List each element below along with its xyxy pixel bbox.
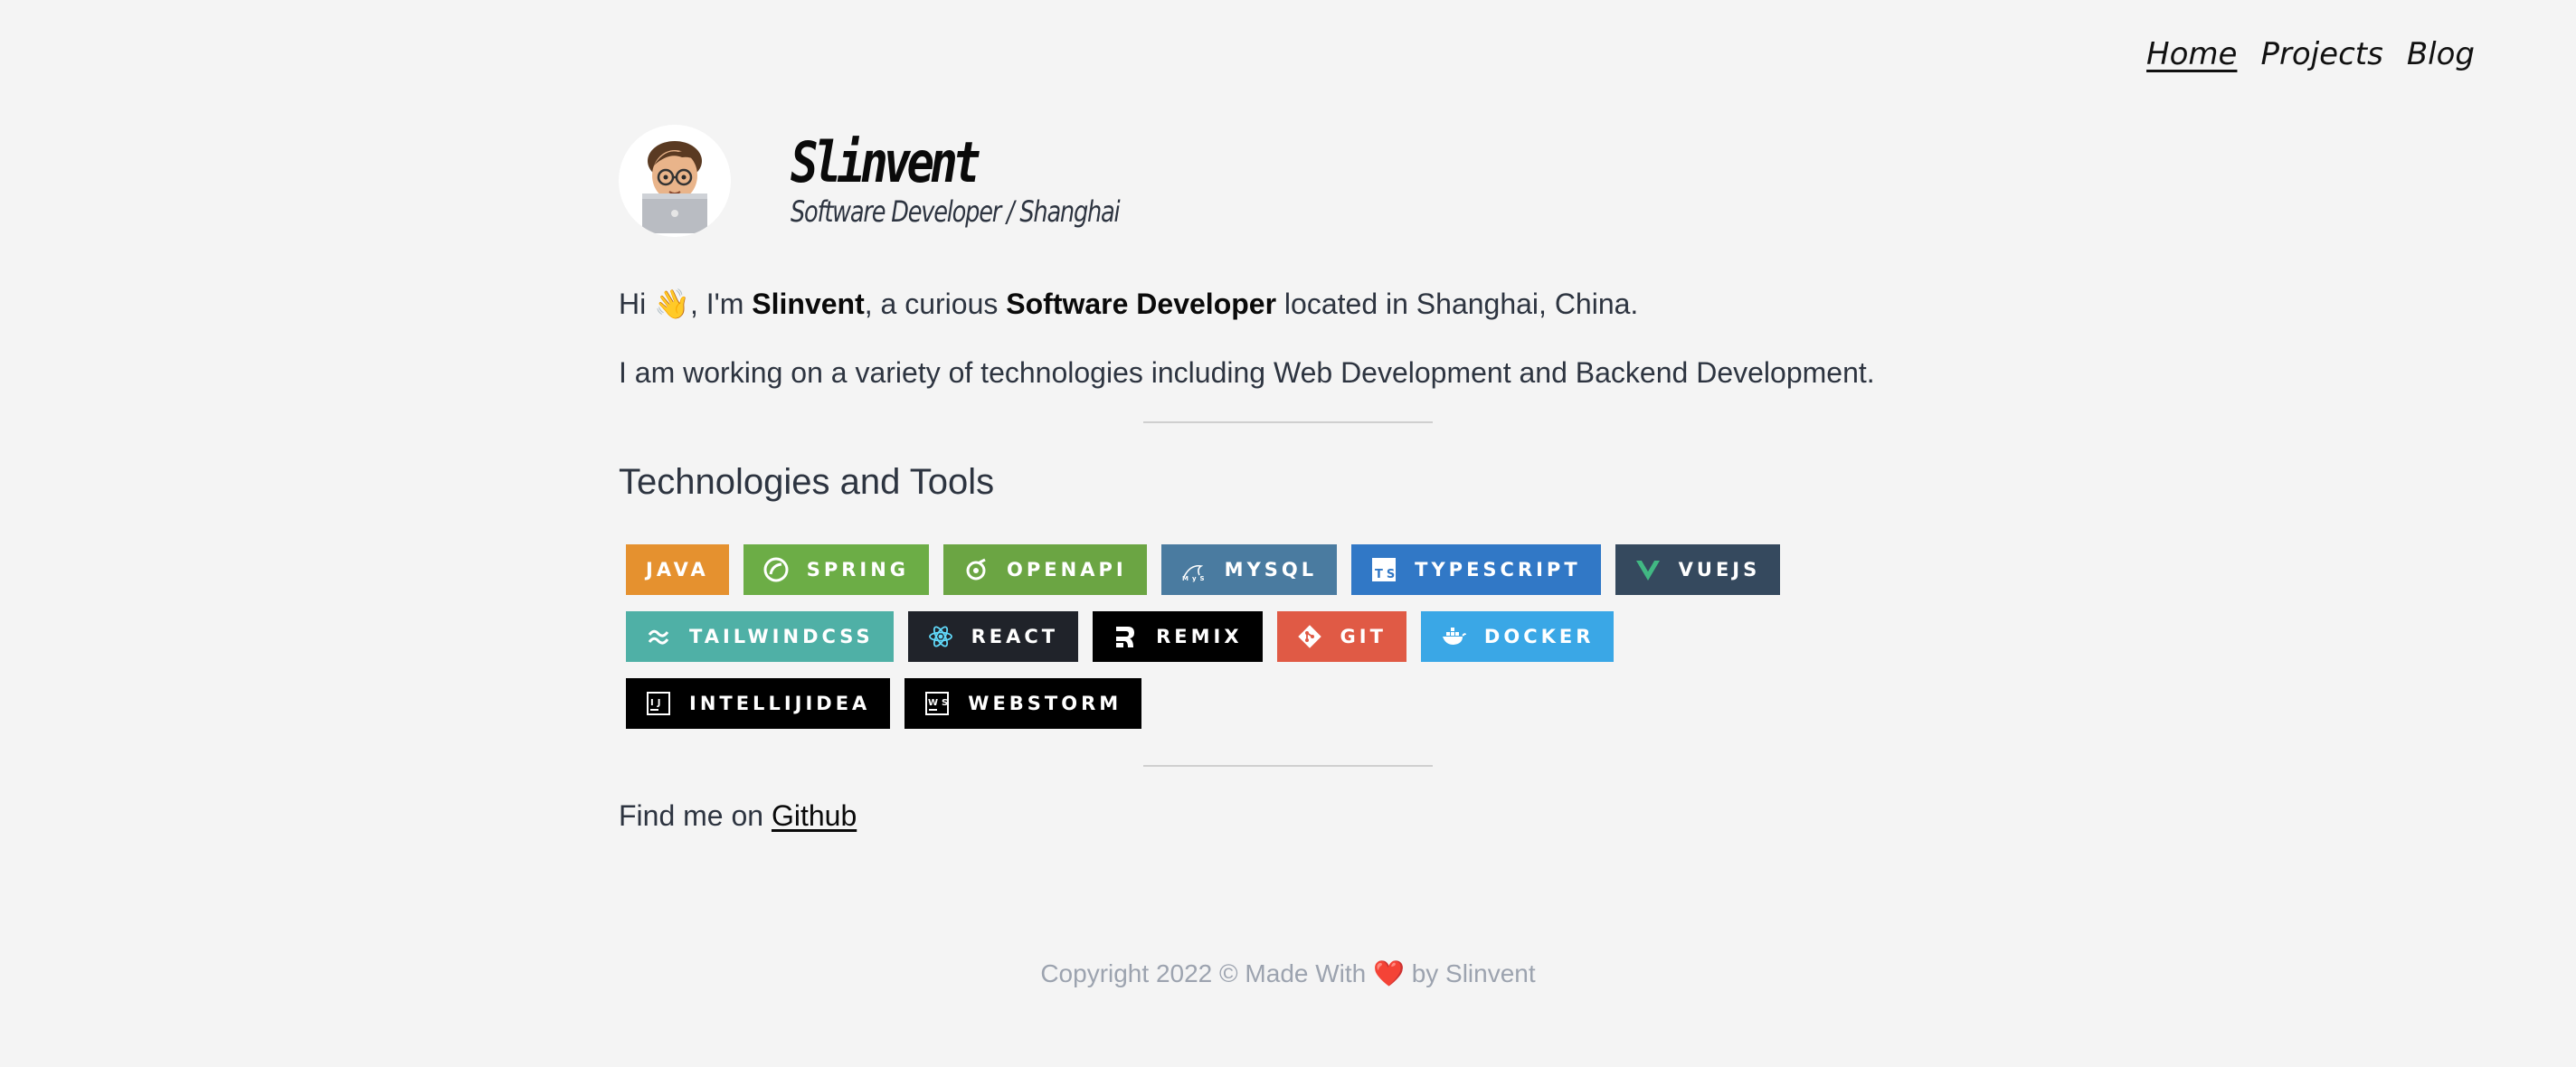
intro-im: , I'm [689,288,744,320]
tailwind-icon [646,624,671,649]
badge-label: REMIX [1156,626,1243,647]
webstorm-icon: WS [924,691,950,716]
find-me-paragraph: Find me on Github [619,799,1957,833]
badge-spring: SPRING [743,544,930,595]
nav-blog-link[interactable]: Blog [2407,36,2475,72]
work-paragraph: I am working on a variety of technologie… [619,356,1875,389]
badge-label: REACT [971,626,1059,647]
heart-icon: ❤️ [1373,959,1405,987]
profile-header: Slinvent Software Developer / Shanghai [619,125,1957,237]
svg-text:WS: WS [928,698,950,708]
badge-label: INTELLIJIDEA [689,693,871,714]
site-subtitle: Software Developer / Shanghai [791,194,1121,229]
badge-label: MYSQL [1224,559,1318,581]
badge-intellijidea: IJ INTELLIJIDEA [626,678,891,729]
intro-paragraph: Hi 👋, I'm Slinvent, a curious Software D… [619,286,1957,322]
profile-titles: Slinvent Software Developer / Shanghai [791,129,1201,230]
github-link[interactable]: Github [772,799,857,832]
nav-home-link[interactable]: Home [2146,36,2237,72]
badge-label: JAVA [646,559,709,581]
badge-label: GIT [1340,626,1387,647]
badge-webstorm: WS WEBSTORM [904,678,1142,729]
badge-git: GIT [1276,611,1406,662]
section-divider [1143,421,1433,423]
badge-remix: REMIX [1093,611,1263,662]
badge-mysql: MySQL MYSQL [1160,544,1338,595]
spring-icon [763,557,789,582]
badge-label: SPRING [806,559,910,581]
badge-label: TYPESCRIPT [1415,559,1581,581]
git-icon [1297,624,1322,649]
wave-icon: 👋 [654,288,690,320]
tech-badge-list: JAVA SPRING OPENAPI MySQL MYSQL TS TYPESCRIPT V… [619,544,1856,729]
badge-tailwindcss: TAILWINDCSS [626,611,894,662]
avatar [619,125,731,237]
top-nav: Home Projects Blog [2146,36,2475,72]
badge-docker: DOCKER [1420,611,1615,662]
main-content: Slinvent Software Developer / Shanghai H… [619,125,1957,833]
vue-icon [1635,557,1661,582]
svg-text:IJ: IJ [650,698,664,708]
svg-text:MySQL: MySQL [1182,575,1207,582]
section-divider-2 [1143,765,1433,767]
badge-label: WEBSTORM [968,693,1122,714]
intro-a-curious: , a curious [864,288,999,320]
memoji-avatar-icon [619,125,731,237]
footer-author: by Slinvent [1411,959,1536,987]
docker-icon [1441,624,1466,649]
remix-icon [1113,624,1138,649]
badge-label: DOCKER [1483,626,1595,647]
badge-vuejs: VUEJS [1615,544,1781,595]
badge-react: REACT [907,611,1079,662]
mysql-icon: MySQL [1181,557,1207,582]
react-icon [928,624,953,649]
intro-role: Software Developer [1006,288,1277,320]
svg-text:TS: TS [1375,568,1397,581]
badge-label: TAILWINDCSS [689,626,874,647]
badge-label: VUEJS [1678,559,1761,581]
badge-label: OPENAPI [1007,559,1127,581]
badge-typescript: TS TYPESCRIPT [1351,544,1601,595]
find-me-text: Find me on [619,799,764,832]
badge-java: JAVA [626,544,729,595]
site-title: Slinvent [791,129,980,195]
intellij-icon: IJ [646,691,671,716]
badge-openapi: OPENAPI [943,544,1147,595]
intro-hi: Hi [619,288,647,320]
nav-projects-link[interactable]: Projects [2260,36,2382,72]
tech-heading: Technologies and Tools [619,462,995,502]
openapi-icon [963,557,989,582]
footer-copyright: Copyright 2022 © Made With [1040,959,1367,987]
intro-name: Slinvent [752,288,865,320]
footer: Copyright 2022 © Made With ❤️ by Slinven… [0,958,2576,988]
typescript-icon: TS [1371,557,1397,582]
intro-location: located in Shanghai, China. [1283,288,1639,320]
